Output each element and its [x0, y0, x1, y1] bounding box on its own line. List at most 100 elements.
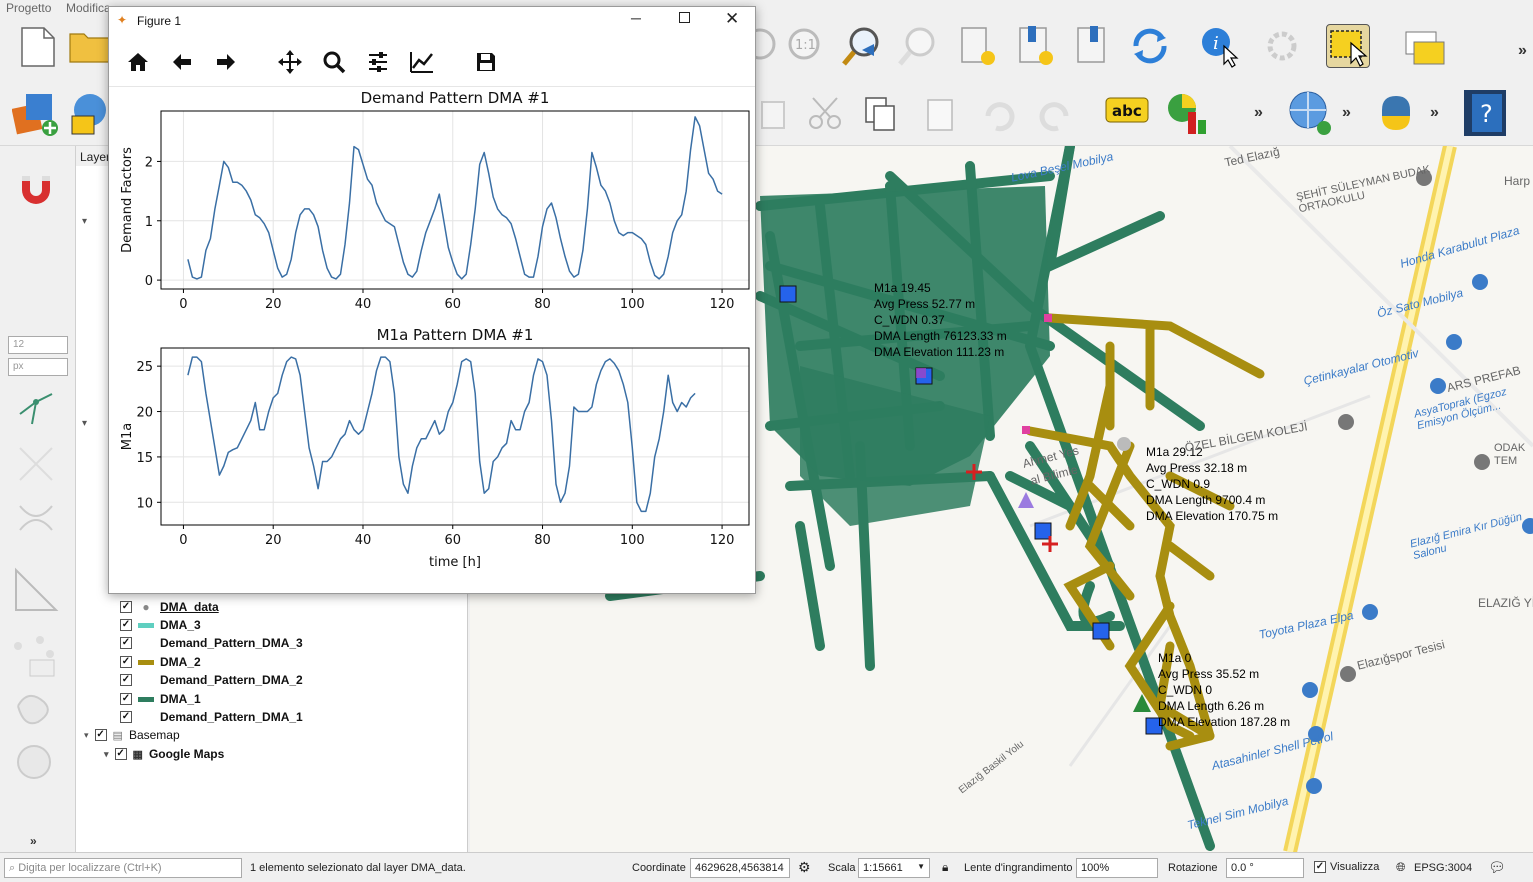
- minimize-icon[interactable]: ─: [631, 10, 641, 26]
- layer-row-dma-2[interactable]: ✓ DMA_2: [120, 653, 201, 671]
- collapse-arrow-icon[interactable]: ▾: [104, 749, 109, 760]
- split-features-icon[interactable]: [14, 442, 58, 489]
- layer-checkbox[interactable]: ✓: [94, 729, 107, 741]
- delete-icon[interactable]: [752, 92, 796, 136]
- reshape-icon[interactable]: [14, 496, 58, 543]
- node-tool-icon[interactable]: [10, 632, 58, 683]
- crs-globe-icon[interactable]: 🌐︎: [1396, 860, 1406, 875]
- run-action-icon[interactable]: [1260, 24, 1304, 68]
- identify-features-icon[interactable]: i: [1198, 24, 1242, 68]
- layer-row-demand-pattern-3[interactable]: ✓ Demand_Pattern_DMA_3: [120, 634, 303, 652]
- toggle-extents-icon[interactable]: ⚙: [798, 859, 811, 876]
- layer-checkbox[interactable]: ✓: [120, 674, 132, 686]
- web-layer-icon[interactable]: [1286, 88, 1331, 135]
- save-icon[interactable]: [471, 47, 501, 77]
- layer-row-dma-data[interactable]: ✓ ● DMA_data: [120, 598, 219, 616]
- layer-checkbox[interactable]: ✓: [114, 748, 127, 760]
- coordinate-field[interactable]: 4629628,4563814: [690, 858, 790, 878]
- bookmark-icon[interactable]: [1072, 24, 1116, 68]
- layer-row-dma-3[interactable]: ✓ DMA_3: [120, 616, 201, 634]
- layer-row-demand-pattern-2[interactable]: ✓ Demand_Pattern_DMA_2: [120, 671, 303, 689]
- y-axis-label: Demand Factors: [120, 147, 135, 253]
- collapse-arrow-icon[interactable]: ▾: [82, 418, 87, 429]
- layer-checkbox[interactable]: ✓: [120, 711, 132, 723]
- zoom-icon[interactable]: [319, 47, 349, 77]
- render-checkbox[interactable]: ✓: [1314, 861, 1326, 873]
- locator-search-input[interactable]: ⌕ Digita per localizzare (Ctrl+K): [4, 858, 242, 878]
- snapping-magnet-icon[interactable]: [14, 168, 58, 211]
- layer-row-demand-pattern-1[interactable]: ✓ Demand_Pattern_DMA_1: [120, 708, 303, 726]
- layer-row-google-maps[interactable]: ▾ ✓ ▦ Google Maps: [104, 745, 224, 763]
- rotate-feature-icon[interactable]: [12, 740, 60, 791]
- measure-angle-icon[interactable]: [12, 566, 60, 617]
- undo-icon[interactable]: [976, 92, 1020, 136]
- menu-modifica[interactable]: Modifica: [66, 1, 111, 15]
- maximize-icon[interactable]: [679, 12, 690, 23]
- chevron-more-icon[interactable]: »: [1430, 104, 1439, 122]
- chevron-more-icon[interactable]: »: [1342, 104, 1351, 122]
- attribute-table-icon[interactable]: [1402, 24, 1446, 68]
- configure-subplots-icon[interactable]: [363, 47, 393, 77]
- layer-checkbox[interactable]: ✓: [120, 656, 132, 668]
- add-layer-icon[interactable]: [66, 88, 110, 135]
- y-tick-label: 20: [136, 406, 153, 421]
- render-toggle[interactable]: ✓ Visualizza: [1314, 861, 1379, 873]
- magnifier-spinbox[interactable]: 100%: [1076, 858, 1158, 878]
- pan-icon[interactable]: [275, 47, 305, 77]
- python-console-icon[interactable]: [1374, 90, 1418, 134]
- select-features-icon[interactable]: [1326, 24, 1370, 68]
- label-line: M1a 19.45: [874, 281, 931, 295]
- figure-toolbar: [109, 37, 755, 87]
- collapse-arrow-icon[interactable]: ▾: [84, 730, 89, 741]
- forward-arrow-icon[interactable]: [211, 47, 241, 77]
- diagram-icon[interactable]: [1164, 90, 1208, 134]
- figure-titlebar[interactable]: ✦ Figure 1 ─ ✕: [109, 7, 755, 35]
- scale-combo[interactable]: 1:15661 ▼: [858, 858, 930, 878]
- layer-label: Demand_Pattern_DMA_3: [160, 636, 303, 650]
- redo-icon[interactable]: [1034, 92, 1078, 136]
- new-spatial-bookmark-icon[interactable]: [956, 24, 1000, 68]
- font-size-spinbox[interactable]: 12: [8, 336, 68, 354]
- new-project-icon[interactable]: [16, 24, 60, 68]
- collapse-arrow-icon[interactable]: ▾: [82, 216, 87, 227]
- help-icon[interactable]: ?: [1462, 88, 1506, 136]
- offset-curve-icon[interactable]: [12, 686, 60, 737]
- cut-icon[interactable]: [804, 92, 848, 136]
- unit-select[interactable]: px: [8, 358, 68, 376]
- crs-label[interactable]: EPSG:3004: [1414, 862, 1472, 874]
- layer-checkbox[interactable]: ✓: [120, 619, 132, 631]
- layer-group-basemap[interactable]: ▾ ✓ ▤ Basemap: [84, 726, 180, 744]
- refresh-icon[interactable]: [1128, 24, 1172, 68]
- paste-icon[interactable]: [918, 92, 962, 136]
- zoom-last-icon[interactable]: [840, 24, 884, 68]
- show-bookmarks-icon[interactable]: [1014, 24, 1058, 68]
- layer-checkbox[interactable]: ✓: [120, 601, 132, 613]
- menu-progetto[interactable]: Progetto: [6, 1, 51, 15]
- layer-checkbox[interactable]: ✓: [120, 637, 132, 649]
- rotation-spinbox[interactable]: 0.0 °: [1226, 858, 1304, 878]
- zoom-next-icon[interactable]: [896, 24, 940, 68]
- line-symbol-icon: [138, 659, 154, 665]
- coordinate-label: Coordinate: [632, 862, 686, 874]
- open-project-icon[interactable]: [68, 24, 112, 68]
- edit-axis-icon[interactable]: [407, 47, 437, 77]
- zoom-native-icon[interactable]: 1:1: [782, 24, 826, 68]
- chevron-more-icon[interactable]: »: [1518, 42, 1527, 60]
- lock-icon[interactable]: 🔒︎: [942, 860, 948, 875]
- copy-icon[interactable]: [860, 92, 904, 136]
- label-line: M1a 0: [1158, 651, 1192, 665]
- layer-checkbox[interactable]: ✓: [120, 693, 132, 705]
- data-source-manager-icon[interactable]: [11, 88, 58, 136]
- close-icon[interactable]: ✕: [725, 9, 739, 29]
- expand-chevron-icon[interactable]: »: [30, 834, 37, 848]
- x-tick-label: 40: [355, 533, 372, 548]
- vertex-tool-icon[interactable]: [14, 384, 58, 431]
- label-abc-icon[interactable]: abc: [1104, 92, 1149, 136]
- home-icon[interactable]: [123, 47, 153, 77]
- layer-row-dma-1[interactable]: ✓ DMA_1: [120, 690, 201, 708]
- label-line: DMA Elevation 187.28 m: [1158, 715, 1291, 729]
- back-arrow-icon[interactable]: [167, 47, 197, 77]
- chevron-down-icon: ▼: [917, 862, 925, 871]
- chevron-more-icon[interactable]: »: [1254, 104, 1263, 122]
- messages-icon[interactable]: 💬︎: [1488, 859, 1506, 876]
